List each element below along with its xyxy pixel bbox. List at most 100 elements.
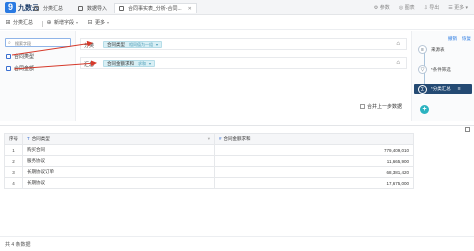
column-header-index: 序号 — [4, 133, 23, 145]
redo-link[interactable]: 恢复 — [462, 36, 471, 42]
result-table: 序号 T 合同类型 ▾ # 合同金额求和 1 购买合同 779,409,010 2 服… — [4, 133, 414, 189]
tab-data-import[interactable]: 数据导入 — [78, 3, 107, 13]
result-table-area: 序号 T 合同类型 ▾ # 合同金额求和 1 购买合同 779,409,010 2 服… — [0, 125, 474, 236]
config-area: 分类 合同类型 相同值为一组 ▾ ⌂ 汇总 合同金额求和 求和 ▾ ⌂ 合并上一… — [77, 31, 410, 121]
step-label: *条件筛选 — [431, 66, 451, 72]
add-field-icon: ⊕ — [46, 19, 52, 26]
cell-contract-type: 长期协议订单 — [22, 166, 215, 178]
chip-tag: 相同值为一组 — [129, 41, 153, 47]
summary-dropdown[interactable]: ⊞ 分类汇总 — [5, 19, 34, 27]
filter-icon: ▽ — [418, 65, 427, 74]
sort-icon[interactable]: ▾ — [208, 136, 210, 142]
summary-label: 汇总 — [84, 62, 95, 68]
row-index: 3 — [4, 166, 23, 178]
cell-amount: 779,409,010 — [214, 144, 414, 156]
top-header: 9 九数云 分类汇总 数据导入 合同事实表_分析-合同... ✕ ⚙ 参数 ◎ … — [0, 0, 474, 15]
summary-step-icon: Σ — [418, 84, 427, 94]
more-icon[interactable]: ≡ — [458, 86, 461, 92]
cell-amount: 11,665,900 — [214, 155, 414, 167]
summary-field-chip[interactable]: 合同金额求和 求和 ▾ — [103, 60, 156, 67]
field-search[interactable]: ⌕ — [5, 38, 71, 47]
number-field-icon — [6, 66, 11, 71]
group-label: 分类 — [84, 43, 95, 49]
text-field-icon: T — [27, 136, 30, 141]
chevron-down-icon: ▾ — [76, 20, 79, 25]
database-icon: ≡ — [418, 45, 427, 54]
search-icon: ⌕ — [8, 40, 11, 46]
summary-row[interactable]: 汇总 合同金额求和 求和 ▾ ⌂ — [80, 57, 407, 69]
checkbox[interactable] — [360, 104, 365, 109]
cell-amount: 17,675,000 — [214, 177, 414, 189]
chevron-down-icon: ▾ — [156, 42, 159, 47]
column-header-amount-sum[interactable]: # 合同金额求和 — [214, 133, 414, 145]
step-filter[interactable]: ▽ *条件筛选 — [418, 65, 451, 74]
row-count: 共 4 条数据 — [5, 242, 31, 248]
summary-icon: ⊞ — [5, 19, 11, 26]
row-index: 1 — [4, 144, 23, 156]
add-field-button[interactable]: ⊕ 新增字段 ▾ — [46, 19, 79, 27]
chevron-down-icon: ▾ — [149, 61, 152, 66]
undo-link[interactable]: 撤销 — [448, 36, 457, 42]
text-field-icon — [6, 54, 11, 59]
merge-label: 合并上一步数据 — [367, 104, 403, 110]
chip-tag: 求和 — [138, 60, 146, 66]
group-field-chip[interactable]: 合同类型 相同值为一组 ▾ — [103, 41, 163, 48]
cell-contract-type: 服务协议 — [22, 155, 215, 167]
step-source-table[interactable]: ≡ 来源表 — [418, 45, 445, 54]
lock-icon[interactable]: ⌂ — [396, 60, 400, 66]
chevron-down-icon: ▾ — [107, 20, 110, 25]
table-row: 1 购买合同 779,409,010 — [4, 144, 414, 156]
cell-contract-type: 购买合同 — [22, 144, 215, 156]
toolbar: ⊞ 分类汇总 ⊕ 新增字段 ▾ ⊟ 更多 ▾ — [0, 16, 474, 30]
more-menu-label: 更多 — [95, 20, 106, 26]
column-label: 合同类型 — [31, 136, 50, 141]
param-button[interactable]: ⚙ 参数 — [374, 4, 390, 11]
step-label: *分类汇总 — [431, 86, 451, 91]
chart-button[interactable]: ◎ 图表 — [399, 4, 415, 11]
field-item-contract-amount[interactable]: 合同金额 — [6, 65, 34, 72]
row-index: 2 — [4, 155, 23, 167]
more-label: 更多 — [454, 5, 465, 11]
more-button[interactable]: ☰ 更多 ▾ — [448, 4, 468, 11]
column-label: 合同金额求和 — [223, 136, 251, 141]
status-footer: 共 4 条数据 — [0, 236, 474, 251]
search-input[interactable] — [15, 40, 69, 46]
table-row: 2 服务协议 11,665,900 — [4, 155, 414, 167]
table-row: 3 长期协议订单 68,381,420 — [4, 166, 414, 178]
close-icon[interactable]: ✕ — [188, 6, 192, 12]
lock-icon[interactable]: ⌂ — [396, 41, 400, 47]
tab-label: 合同事实表_分析-合同... — [128, 6, 182, 12]
expand-icon[interactable] — [465, 127, 470, 132]
column-header-contract-type[interactable]: T 合同类型 ▾ — [22, 133, 215, 145]
tab-label: 数据导入 — [87, 5, 108, 12]
table-icon — [119, 6, 124, 11]
merge-previous-checkbox[interactable]: 合并上一步数据 — [360, 103, 402, 110]
field-item-contract-type[interactable]: 合同类型 — [6, 53, 34, 60]
chip-label: 合同金额求和 — [107, 60, 134, 66]
summary-dropdown-label: 分类汇总 — [13, 20, 34, 26]
more-menu-button[interactable]: ⊟ 更多 ▾ — [87, 19, 110, 27]
cell-amount: 68,381,420 — [214, 166, 414, 178]
grid-icon: ⊟ — [87, 19, 93, 26]
chart-label: 图表 — [404, 5, 415, 11]
step-summary-active[interactable]: Σ *分类汇总 ≡ — [414, 84, 472, 94]
field-panel: ⌕ 合同类型 合同金额 — [0, 31, 76, 121]
tab-contract-analysis[interactable]: 合同事实表_分析-合同... ✕ — [114, 3, 197, 13]
param-label: 参数 — [379, 5, 390, 11]
logo-icon: 9 — [5, 2, 16, 13]
export-button[interactable]: ⇩ 导出 — [424, 4, 440, 11]
tab-summary[interactable]: 分类汇总 — [34, 3, 63, 13]
step-label: 来源表 — [431, 46, 445, 52]
table-header-row: 序号 T 合同类型 ▾ # 合同金额求和 — [4, 133, 414, 145]
table-icon — [34, 5, 39, 11]
add-step-button[interactable]: + — [420, 105, 429, 114]
cell-contract-type: 长期协议 — [22, 177, 215, 189]
number-field-icon: # — [219, 136, 222, 141]
table-row: 4 长期协议 17,675,000 — [4, 177, 414, 189]
field-label: 合同类型 — [14, 54, 35, 60]
group-row[interactable]: 分类 合同类型 相同值为一组 ▾ ⌂ — [80, 38, 407, 50]
table-icon — [78, 5, 83, 11]
step-panel: 撤销 恢复 ≡ 来源表 ▽ *条件筛选 Σ *分类汇总 ≡ + — [411, 31, 474, 121]
chip-label: 合同类型 — [107, 41, 125, 47]
row-index: 4 — [4, 177, 23, 189]
